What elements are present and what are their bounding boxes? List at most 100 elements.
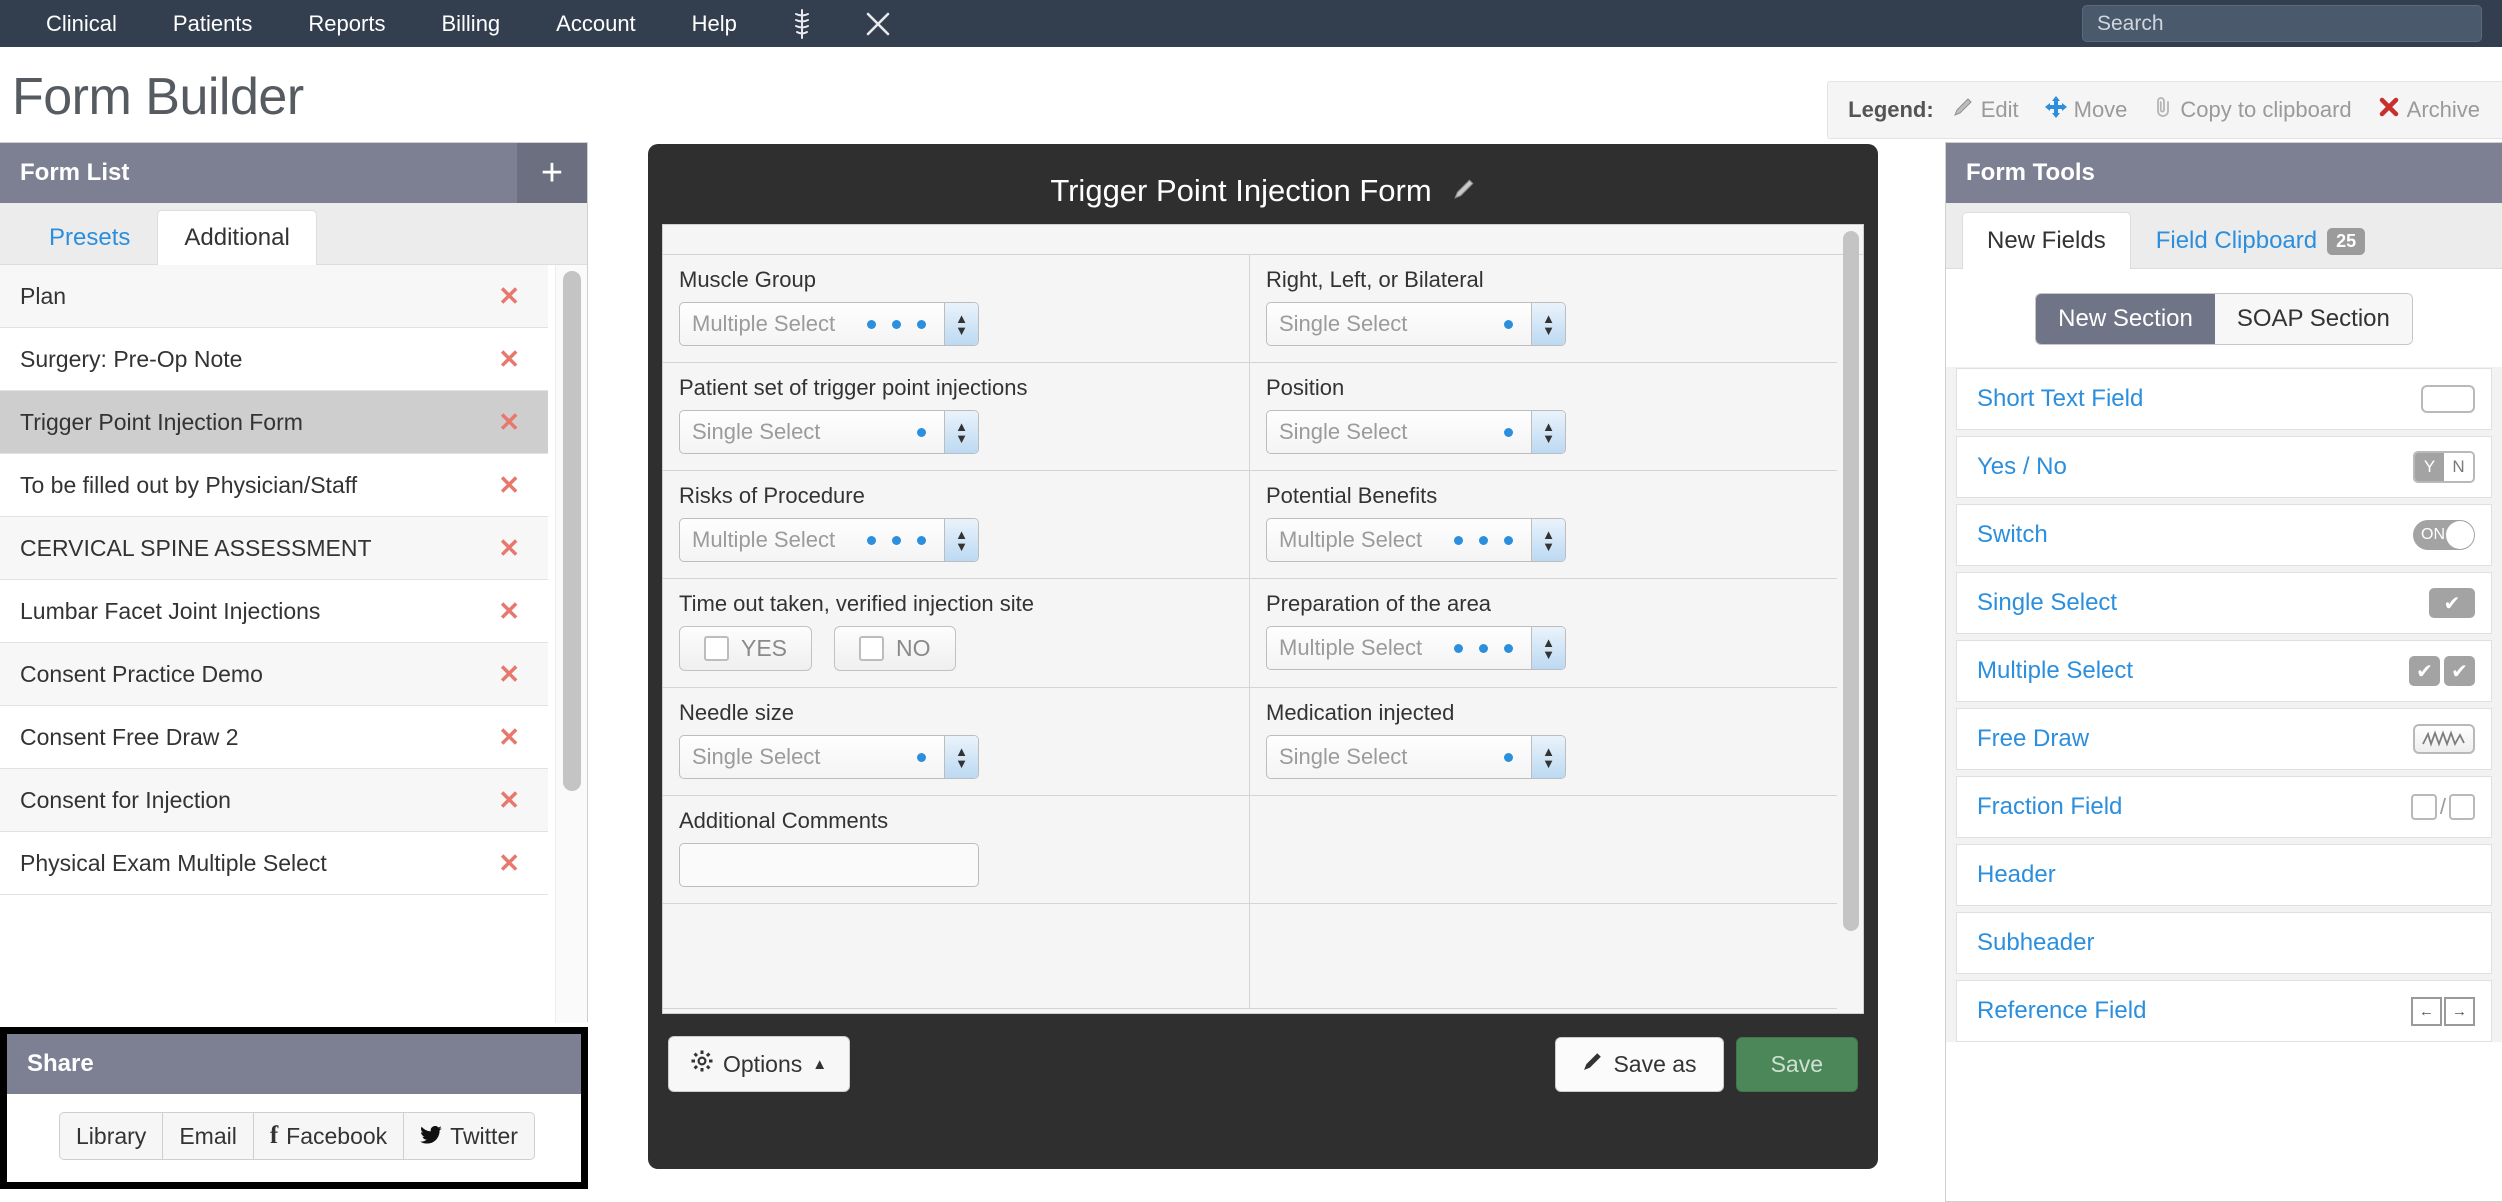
form-list-item[interactable]: Consent Free Draw 2 ✕ xyxy=(0,706,548,769)
form-field-select[interactable]: Multiple Select ▲ ▼ xyxy=(679,518,979,562)
form-field-cell[interactable]: Muscle Group Multiple Select ▲ ▼ xyxy=(663,255,1250,362)
delete-form-icon[interactable]: ✕ xyxy=(498,785,520,816)
form-list-item[interactable]: CERVICAL SPINE ASSESSMENT ✕ xyxy=(0,517,548,580)
nav-item-help[interactable]: Help xyxy=(664,0,765,47)
soap-section-button[interactable]: SOAP Section xyxy=(2214,294,2412,344)
form-field-cell[interactable]: Potential Benefits Multiple Select ▲ ▼ xyxy=(1250,471,1837,578)
form-list-item[interactable]: Consent for Injection ✕ xyxy=(0,769,548,832)
form-list-scrollbar-thumb[interactable] xyxy=(563,271,581,791)
form-field-select-value: Single Select xyxy=(1279,744,1408,769)
form-list-item[interactable]: Physical Exam Multiple Select ✕ xyxy=(0,832,548,895)
form-field-select[interactable]: Single Select ▲ ▼ xyxy=(1266,735,1566,779)
select-stepper-icon[interactable]: ▲ ▼ xyxy=(944,519,978,561)
tab-new-fields[interactable]: New Fields xyxy=(1962,212,2131,269)
option-dot xyxy=(867,535,876,545)
new-field-item[interactable]: Reference Field ← → xyxy=(1956,980,2492,1042)
delete-form-icon[interactable]: ✕ xyxy=(498,722,520,753)
form-field-select[interactable]: Single Select ▲ ▼ xyxy=(1266,410,1566,454)
pencil-icon[interactable] xyxy=(1452,173,1476,209)
nav-item-billing[interactable]: Billing xyxy=(413,0,528,47)
share-twitter-button[interactable]: Twitter xyxy=(403,1112,535,1160)
form-field-text-input[interactable] xyxy=(679,843,979,887)
share-facebook-label: Facebook xyxy=(286,1122,388,1149)
delete-form-icon[interactable]: ✕ xyxy=(498,848,520,879)
form-field-select[interactable]: Multiple Select ▲ ▼ xyxy=(1266,626,1566,670)
form-field-select[interactable]: Single Select ▲ ▼ xyxy=(1266,302,1566,346)
new-field-item[interactable]: Short Text Field xyxy=(1956,368,2492,430)
form-field-select[interactable]: Multiple Select ▲ ▼ xyxy=(1266,518,1566,562)
form-field-cell[interactable]: Needle size Single Select ▲ ▼ xyxy=(663,688,1250,795)
form-list-item[interactable]: Lumbar Facet Joint Injections ✕ xyxy=(0,580,548,643)
share-facebook-button[interactable]: f Facebook xyxy=(252,1112,405,1160)
new-section-button[interactable]: New Section xyxy=(2036,294,2215,344)
new-field-item[interactable]: Header xyxy=(1956,844,2492,906)
select-stepper-icon[interactable]: ▲ ▼ xyxy=(944,736,978,778)
nav-item-patients[interactable]: Patients xyxy=(145,0,281,47)
new-field-item[interactable]: Switch ON xyxy=(1956,504,2492,566)
tab-additional[interactable]: Additional xyxy=(157,210,317,265)
delete-form-icon[interactable]: ✕ xyxy=(498,596,520,627)
form-field-select[interactable]: Single Select ▲ ▼ xyxy=(679,735,979,779)
form-field-select[interactable]: Single Select ▲ ▼ xyxy=(679,410,979,454)
new-field-label: Reference Field xyxy=(1977,997,2147,1024)
form-list-item[interactable]: Surgery: Pre-Op Note ✕ xyxy=(0,328,548,391)
delete-form-icon[interactable]: ✕ xyxy=(498,533,520,564)
share-library-button[interactable]: Library xyxy=(59,1112,164,1160)
select-stepper-icon[interactable]: ▲ ▼ xyxy=(944,411,978,453)
legend-archive-label: Archive xyxy=(2406,97,2480,122)
new-field-item[interactable]: Subheader xyxy=(1956,912,2492,974)
nav-item-clinical[interactable]: Clinical xyxy=(18,0,145,47)
select-option-dots xyxy=(917,427,926,437)
tab-presets[interactable]: Presets xyxy=(22,210,157,265)
new-field-item[interactable]: Free Draw xyxy=(1956,708,2492,770)
builder-footer-actions: Save as Save xyxy=(1555,1036,1858,1092)
select-stepper-icon[interactable]: ▲ ▼ xyxy=(1531,627,1565,669)
save-button[interactable]: Save xyxy=(1735,1036,1858,1092)
delete-form-icon[interactable]: ✕ xyxy=(498,281,520,312)
select-stepper-icon[interactable]: ▲ ▼ xyxy=(1531,303,1565,345)
form-field-select[interactable]: Multiple Select ▲ ▼ xyxy=(679,302,979,346)
form-list-scrollbar-track[interactable] xyxy=(555,265,587,1023)
tab-field-clipboard[interactable]: Field Clipboard 25 xyxy=(2131,212,2390,269)
form-canvas-scrollbar-thumb[interactable] xyxy=(1843,231,1859,931)
select-stepper-icon[interactable]: ▲ ▼ xyxy=(1531,411,1565,453)
form-field-cell[interactable]: Medication injected Single Select ▲ ▼ xyxy=(1250,688,1837,795)
options-button[interactable]: Options ▲ xyxy=(668,1036,851,1092)
form-list-item[interactable]: Plan ✕ xyxy=(0,265,548,328)
form-list-item[interactable]: To be filled out by Physician/Staff ✕ xyxy=(0,454,548,517)
form-field-cell[interactable]: Risks of Procedure Multiple Select ▲ ▼ xyxy=(663,471,1250,578)
delete-form-icon[interactable]: ✕ xyxy=(498,407,520,438)
nav-item-reports[interactable]: Reports xyxy=(280,0,413,47)
share-email-button[interactable]: Email xyxy=(162,1112,254,1160)
delete-form-icon[interactable]: ✕ xyxy=(498,470,520,501)
new-field-item[interactable]: Fraction Field / xyxy=(1956,776,2492,838)
select-stepper-icon[interactable]: ▲ ▼ xyxy=(1531,736,1565,778)
form-field-cell[interactable]: Preparation of the area Multiple Select ▲ ▼ xyxy=(1250,579,1837,687)
new-field-item[interactable]: Multiple Select ✔ ✔ xyxy=(1956,640,2492,702)
delete-form-icon[interactable]: ✕ xyxy=(498,344,520,375)
add-form-button[interactable]: + xyxy=(517,143,587,203)
form-field-cell xyxy=(663,904,1250,1008)
form-list-item[interactable]: Trigger Point Injection Form ✕ xyxy=(0,391,548,454)
yes-checkbox-button[interactable]: YES xyxy=(679,626,813,671)
form-field-cell[interactable]: Additional Comments xyxy=(663,796,1250,903)
form-field-cell[interactable]: Position Single Select ▲ ▼ xyxy=(1250,363,1837,470)
form-field-cell xyxy=(1250,904,1837,1008)
form-field-cell[interactable]: Right, Left, or Bilateral Single Select ▲ ▼ xyxy=(1250,255,1837,362)
nav-item-account[interactable]: Account xyxy=(528,0,664,47)
form-field-cell[interactable]: Patient set of trigger point injections S… xyxy=(663,363,1250,470)
save-as-button[interactable]: Save as xyxy=(1555,1036,1724,1092)
form-list-item[interactable]: Consent Practice Demo ✕ xyxy=(0,643,548,706)
new-field-item[interactable]: Single Select ✔ xyxy=(1956,572,2492,634)
select-option-dots xyxy=(867,319,926,329)
caduceus-icon[interactable] xyxy=(765,0,839,47)
delete-form-icon[interactable]: ✕ xyxy=(498,659,520,690)
single-checkmark-icon: ✔ xyxy=(2429,588,2475,618)
select-stepper-icon[interactable]: ▲ ▼ xyxy=(1531,519,1565,561)
crossed-scalpels-icon[interactable] xyxy=(839,0,917,47)
new-field-item[interactable]: Yes / No Y N xyxy=(1956,436,2492,498)
search-input[interactable] xyxy=(2082,5,2482,42)
no-checkbox-button[interactable]: NO xyxy=(834,626,956,671)
select-stepper-icon[interactable]: ▲ ▼ xyxy=(944,303,978,345)
form-field-cell[interactable]: Time out taken, verified injection site Y… xyxy=(663,579,1250,687)
